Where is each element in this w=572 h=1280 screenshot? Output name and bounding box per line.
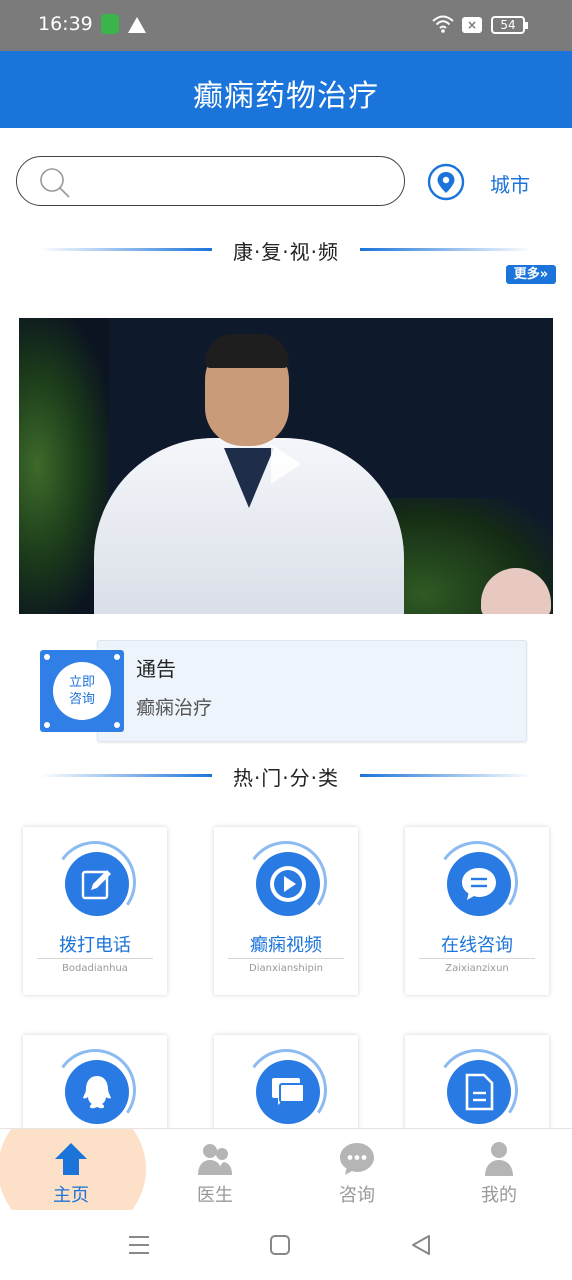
category-divider (419, 958, 535, 959)
city-selector[interactable]: 城市 (490, 169, 530, 198)
home-icon (55, 1143, 87, 1175)
category-pinyin: Zaixianzixun (445, 963, 509, 974)
sim-off-icon: × (462, 17, 482, 33)
category-pinyin: Bodadianhua (62, 963, 128, 974)
chat-bubble-icon (447, 852, 511, 916)
divider-line (40, 774, 212, 777)
corner-dot (114, 722, 120, 728)
notice-title: 通告 (136, 657, 176, 681)
tab-doctors[interactable]: 医生 (170, 1129, 260, 1210)
wifi-icon (432, 15, 454, 33)
system-nav-bar (0, 1210, 572, 1280)
app-header: 癫痫药物治疗 (0, 51, 572, 128)
tab-home[interactable]: 主页 (26, 1129, 116, 1210)
divider-line (360, 774, 532, 777)
consult-now-text-2: 咨询 (68, 692, 95, 707)
category-card-video[interactable]: 癫痫视频 Dianxianshipin (214, 827, 358, 995)
status-bar: 16:39 × 54 (0, 0, 572, 51)
status-time: 16:39 (38, 13, 93, 35)
play-circle-icon (256, 852, 320, 916)
corner-dot (114, 654, 120, 660)
tab-profile[interactable]: 我的 (454, 1129, 544, 1210)
video-section-header: 康·复·视·频 (40, 234, 532, 264)
back-icon[interactable] (410, 1234, 432, 1256)
menu-icon[interactable] (128, 1234, 150, 1256)
category-label: 癫痫视频 (250, 935, 322, 956)
category-section-header: 热·门·分·类 (40, 760, 532, 790)
divider-line (360, 248, 532, 251)
page-title: 癫痫药物治疗 (193, 79, 379, 114)
category-pinyin: Dianxianshipin (249, 963, 323, 974)
search-icon (40, 168, 70, 198)
video-section-title: 康·复·视·频 (232, 240, 340, 264)
tab-label: 咨询 (339, 1185, 375, 1206)
consult-now-badge: 立即 咨询 (53, 662, 111, 720)
video-player[interactable] (19, 318, 553, 614)
search-input[interactable] (87, 167, 387, 195)
document-icon (447, 1060, 511, 1124)
divider-line (40, 248, 212, 251)
play-icon[interactable] (271, 444, 301, 484)
notice-subtitle: 癫痫治疗 (136, 697, 213, 719)
more-button[interactable]: 更多» (506, 265, 556, 284)
doctors-icon (198, 1144, 232, 1175)
consult-icon (340, 1143, 374, 1175)
tab-label: 主页 (53, 1185, 89, 1206)
bottom-tab-bar: 主页 医生 咨询 我的 (0, 1128, 572, 1210)
notice-card[interactable]: 通告 癫痫治疗 (97, 640, 527, 742)
category-label: 拨打电话 (59, 935, 131, 956)
corner-dot (44, 654, 50, 660)
message-icon (256, 1060, 320, 1124)
warning-icon (128, 17, 146, 33)
location-pin-icon[interactable] (427, 163, 465, 201)
corner-dot (44, 722, 50, 728)
qq-icon (65, 1060, 129, 1124)
edit-icon (65, 852, 129, 916)
category-card-call[interactable]: 拨打电话 Bodadianhua (23, 827, 167, 995)
category-label: 在线咨询 (441, 935, 513, 956)
profile-icon (485, 1142, 513, 1176)
category-section-title: 热·门·分·类 (232, 766, 340, 790)
consult-now-button[interactable]: 立即 咨询 (40, 650, 124, 732)
tab-label: 我的 (481, 1185, 517, 1206)
search-bar[interactable] (16, 156, 405, 206)
category-divider (37, 958, 153, 959)
video-doctor-hair (205, 334, 289, 368)
app-notification-icon (101, 14, 119, 34)
tab-label: 医生 (197, 1185, 233, 1206)
category-divider (228, 958, 344, 959)
home-square-icon[interactable] (269, 1234, 291, 1256)
tab-consult[interactable]: 咨询 (312, 1129, 402, 1210)
consult-now-text-1: 立即 (68, 675, 95, 690)
category-card-consult[interactable]: 在线咨询 Zaixianzixun (405, 827, 549, 995)
battery-icon: 54 (491, 16, 528, 34)
